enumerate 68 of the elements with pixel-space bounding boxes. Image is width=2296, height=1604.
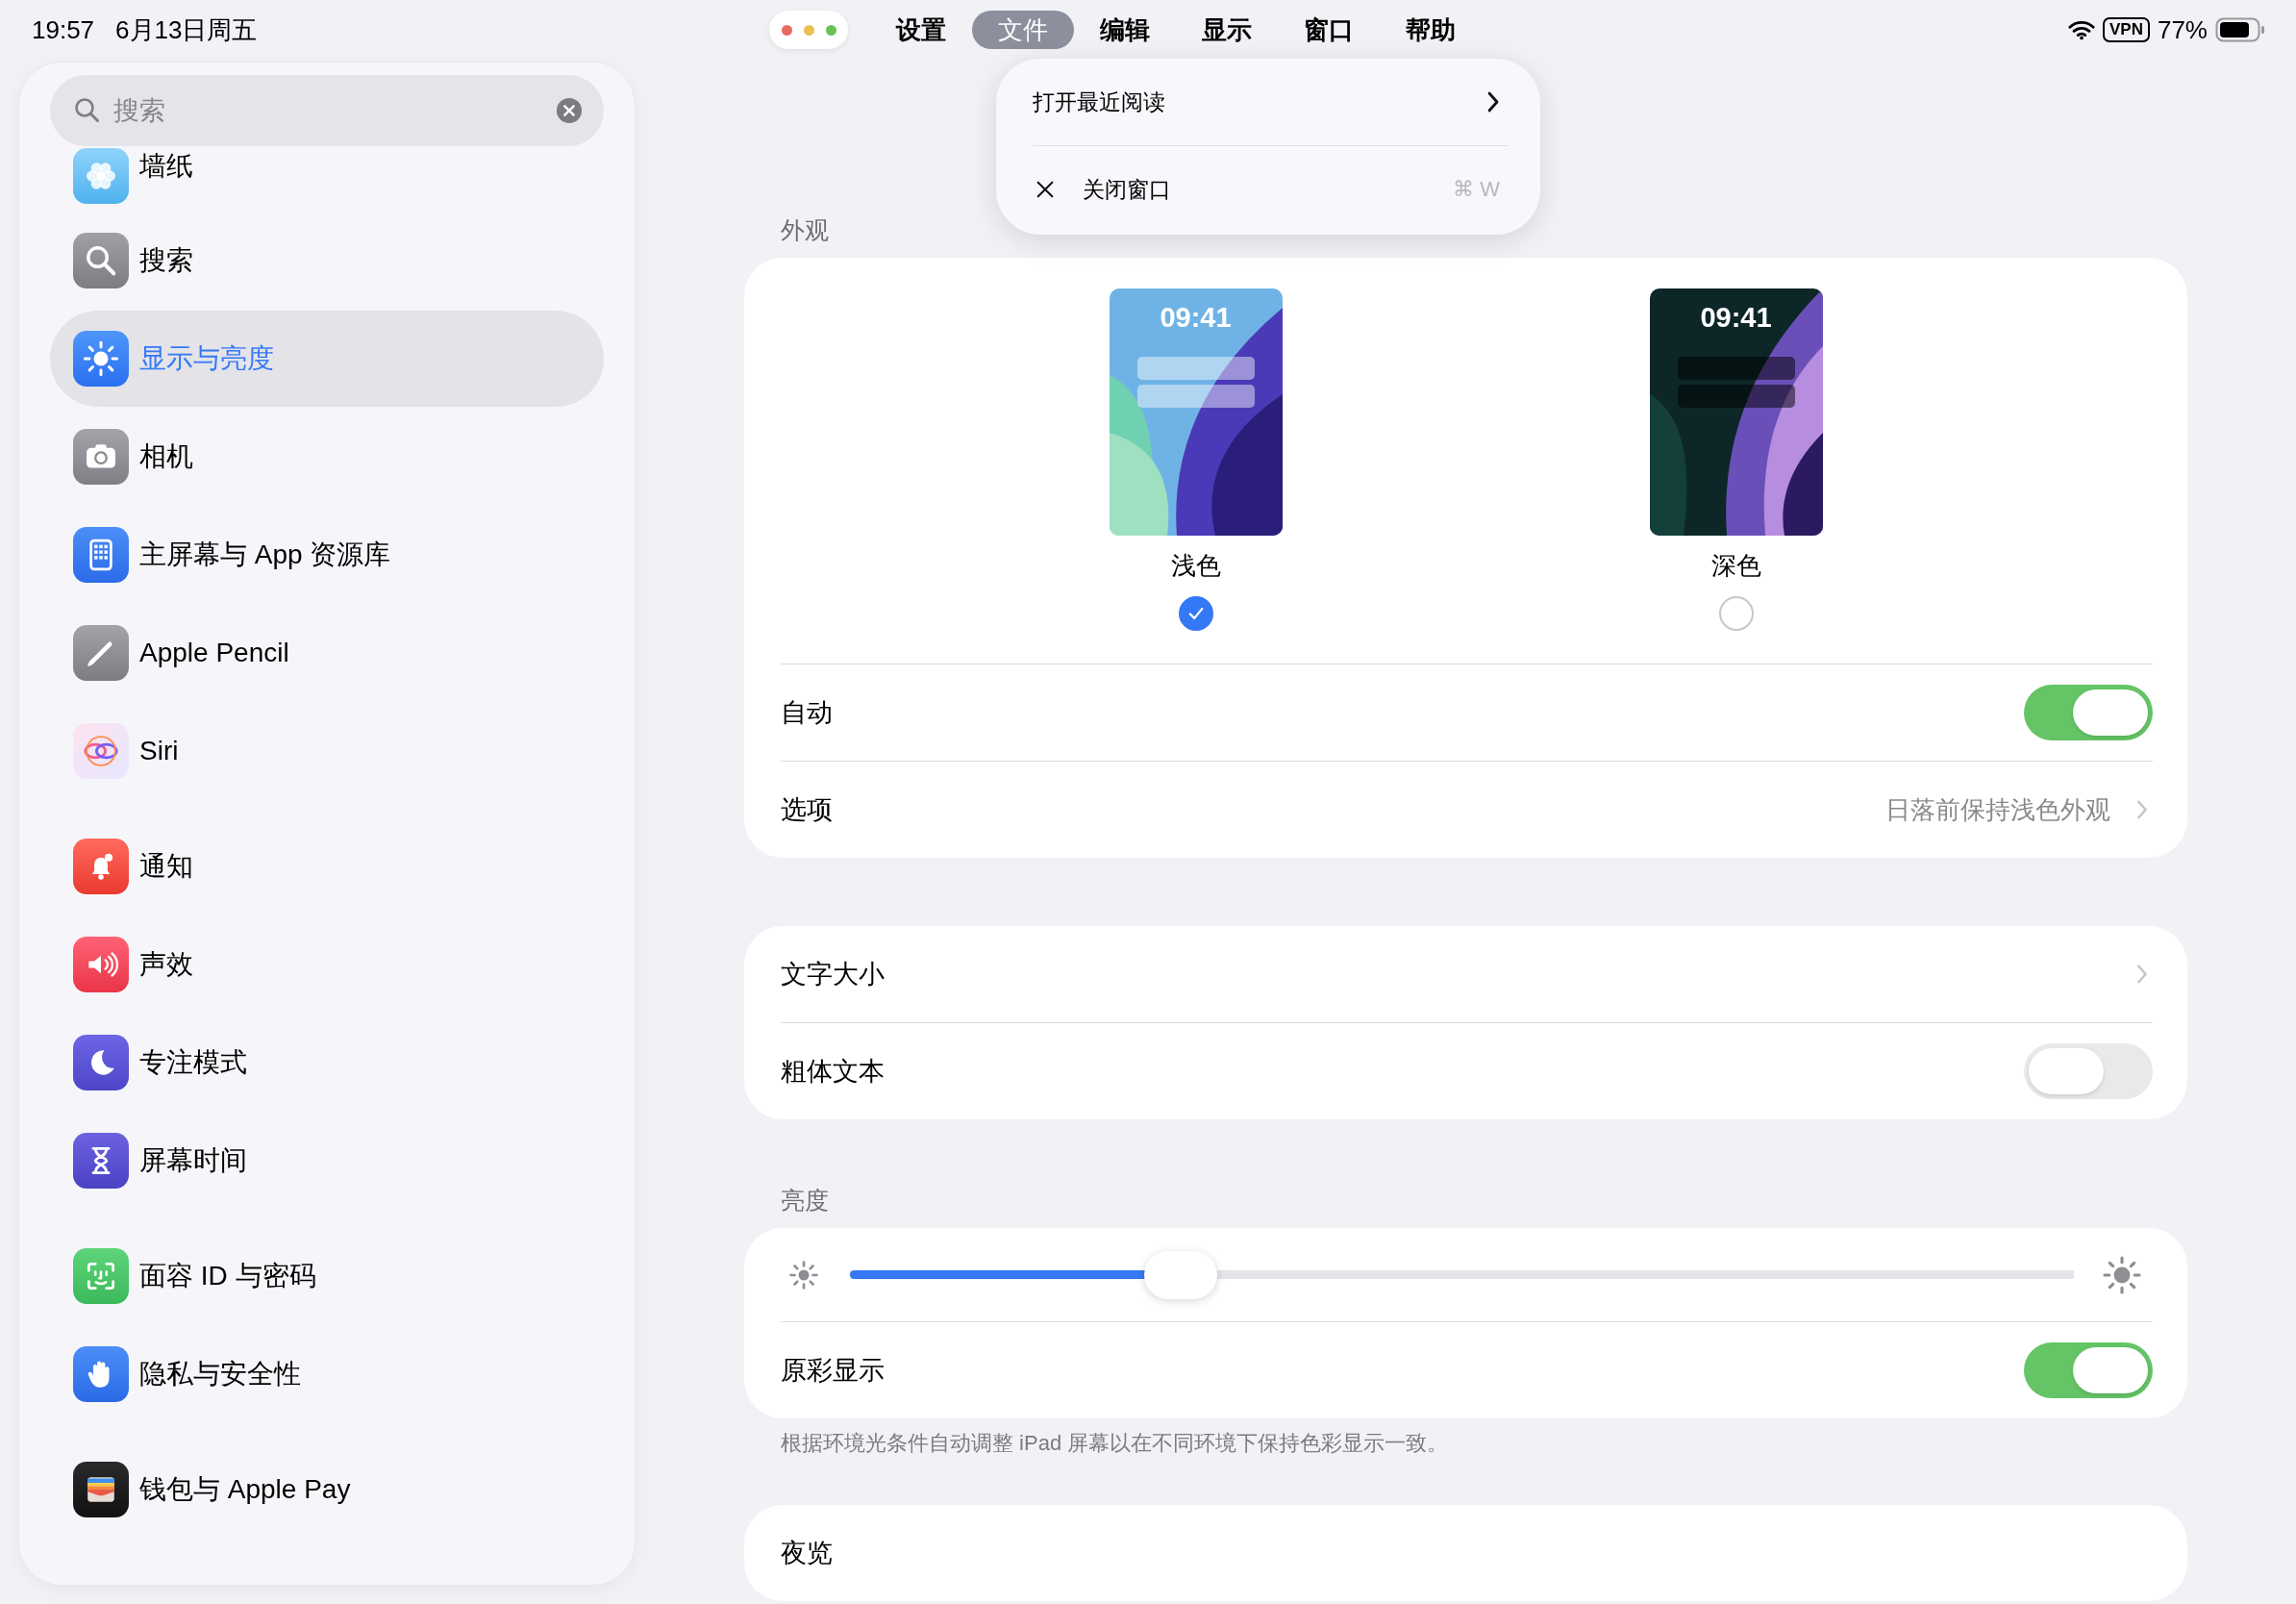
preview-time: 09:41 — [1699, 302, 1773, 334]
wallet-icon — [73, 1462, 129, 1517]
setting-label: 原彩显示 — [781, 1355, 886, 1387]
option-label: 浅色 — [1170, 550, 1221, 582]
pencil-icon — [73, 625, 129, 681]
swirl-icon — [73, 723, 129, 779]
grid-icon — [73, 527, 129, 583]
bell-icon — [73, 839, 129, 894]
scan-frame-icon — [73, 1248, 129, 1304]
battery-percent: 77% — [2157, 14, 2208, 45]
close-icon — [1035, 179, 1056, 200]
sidebar-item[interactable]: 通知 — [50, 818, 604, 915]
sidebar-item[interactable]: 搜索 — [50, 213, 604, 309]
footnote-text: 根据环境光条件自动调整 iPad 屏幕以在不同环境下保持色彩显示一致。 — [780, 1430, 1450, 1457]
search-field[interactable]: 搜索 — [50, 75, 604, 146]
sidebar-item[interactable]: Siri — [50, 703, 604, 799]
search-icon — [73, 233, 129, 288]
setting-label: 自动 — [781, 697, 834, 729]
search-icon — [73, 96, 102, 125]
chevron-icon — [2135, 964, 2149, 985]
setting-label[interactable]: 夜览 — [781, 1536, 2153, 1570]
section-header: 外观 — [780, 215, 830, 245]
toggle-switch[interactable] — [2024, 685, 2153, 740]
sun-icon — [73, 331, 129, 387]
sidebar-item[interactable]: 主屏幕与 App 资源库 — [50, 507, 604, 603]
radio-button[interactable] — [1178, 596, 1213, 631]
menu-bar-item[interactable]: 帮助 — [1380, 11, 1483, 49]
keyboard-shortcut: ⌘ W — [1453, 177, 1500, 202]
sidebar-item[interactable]: 面容 ID 与密码 — [50, 1228, 604, 1324]
radio-button[interactable] — [1718, 596, 1754, 631]
status-time: 19:57 — [32, 14, 95, 45]
sidebar-item[interactable]: 声效 — [50, 916, 604, 1013]
phone-preview[interactable]: 09:41 — [1649, 288, 1823, 536]
moon-icon — [73, 1035, 129, 1090]
window-controls[interactable] — [769, 11, 849, 49]
menu-bar-item[interactable]: 显示 — [1176, 11, 1279, 49]
menu-item[interactable]: 关闭窗口 ⌘ W — [1033, 145, 1508, 233]
menu-item[interactable]: 打开最近阅读 — [1033, 59, 1508, 145]
toggle-switch[interactable] — [2024, 1342, 2153, 1398]
battery-icon — [2215, 17, 2265, 42]
hourglass-icon — [73, 1133, 129, 1189]
menu-bar-item[interactable]: 窗口 — [1278, 11, 1381, 49]
chevron-icon — [2135, 799, 2149, 820]
chevron-icon — [1486, 90, 1500, 113]
sidebar-item[interactable]: 墙纸 — [50, 146, 604, 211]
sidebar-item[interactable]: 隐私与安全性 — [50, 1326, 604, 1422]
sidebar-item[interactable]: 相机 — [50, 409, 604, 505]
flower-icon — [73, 148, 129, 204]
settings-row[interactable]: 文字大小 — [781, 926, 2153, 1022]
menu-bar-item[interactable]: 编辑 — [1074, 11, 1177, 49]
sidebar-item[interactable]: 屏幕时间 — [50, 1113, 604, 1209]
option-label: 深色 — [1710, 550, 1761, 582]
status-date: 6月13日周五 — [115, 13, 259, 46]
speaker-icon — [73, 937, 129, 992]
setting-label: 粗体文本 — [781, 1056, 886, 1088]
hand-icon — [73, 1346, 129, 1402]
wifi-icon — [2068, 19, 2095, 40]
sidebar-item[interactable]: 专注模式 — [50, 1015, 604, 1111]
sidebar-item[interactable]: Apple Pencil — [50, 605, 604, 701]
menu-bar-item[interactable]: 设置 — [870, 11, 973, 49]
camera-icon — [73, 429, 129, 485]
vpn-badge: VPN — [2103, 17, 2150, 42]
section-header: 亮度 — [780, 1186, 830, 1216]
settings-row[interactable]: 选项 日落前保持浅色外观 — [781, 761, 2153, 858]
preview-time: 09:41 — [1159, 302, 1233, 334]
sidebar-item[interactable]: 钱包与 Apple Pay — [50, 1441, 604, 1538]
clear-button[interactable] — [556, 97, 583, 124]
slider-thumb[interactable] — [1143, 1250, 1217, 1299]
